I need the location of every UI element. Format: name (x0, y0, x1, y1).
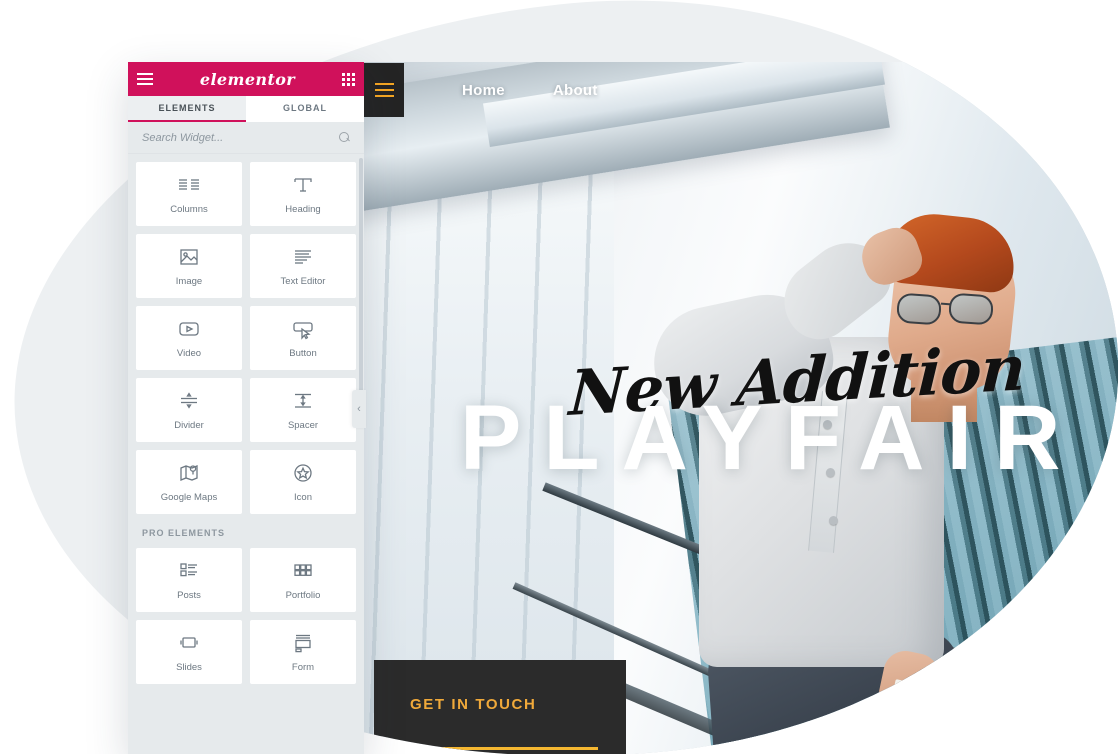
elementor-panel: elementor ELEMENTS GLOBAL Search Widget.… (128, 62, 364, 754)
video-play-icon (179, 322, 199, 336)
widget-label: Image (175, 276, 203, 287)
text-editor-icon (295, 250, 311, 264)
widget-text-editor[interactable]: Text Editor (250, 234, 356, 298)
widget-label: Columns (170, 204, 208, 215)
elementor-logo: elementor (199, 69, 296, 89)
pro-elements-heading: PRO ELEMENTS (142, 528, 226, 538)
model-button (829, 516, 838, 525)
widget-label: Divider (174, 420, 204, 431)
tab-global[interactable]: GLOBAL (246, 96, 364, 122)
screenshot-stage: New Addition PLAYFAIR Home About GET IN … (0, 0, 1118, 754)
widget-button[interactable]: Button (250, 306, 356, 370)
widget-spacer[interactable]: Spacer (250, 378, 356, 442)
widget-image[interactable]: Image (136, 234, 242, 298)
get-in-touch-block: GET IN TOUCH (374, 659, 626, 754)
panel-header: elementor (128, 62, 364, 96)
widget-label: Button (289, 348, 317, 359)
widget-label: Text Editor (280, 276, 326, 287)
form-icon (295, 634, 311, 653)
tab-elements[interactable]: ELEMENTS (128, 96, 246, 122)
widget-label: Icon (294, 492, 312, 503)
hero-title: PLAYFAIR (460, 386, 1083, 490)
nav-link-about[interactable]: About (553, 82, 598, 99)
widget-video[interactable]: Video (136, 306, 242, 370)
nav-link-home[interactable]: Home (462, 81, 505, 98)
widget-label: Slides (176, 662, 202, 673)
widget-label: Form (291, 662, 315, 673)
widget-label: Portfolio (285, 590, 321, 601)
pro-widget-grid: Posts Portfolio Slides Form (136, 548, 356, 684)
widget-portfolio[interactable]: Portfolio (250, 548, 356, 612)
columns-icon (179, 179, 199, 190)
widget-columns[interactable]: Columns (136, 162, 242, 226)
widget-list: Columns Heading Image Text Editor Video … (128, 154, 364, 684)
divider-icon (181, 392, 197, 409)
hamburger-icon[interactable] (137, 73, 153, 85)
grid-apps-icon[interactable] (342, 72, 355, 86)
search-icon[interactable] (339, 132, 350, 143)
widget-posts[interactable]: Posts (136, 548, 242, 612)
nav-links: Home About (462, 63, 598, 117)
widget-label: Spacer (287, 420, 319, 431)
hamburger-icon[interactable] (364, 63, 404, 118)
slides-icon (180, 637, 198, 648)
model-glasses-left (896, 292, 942, 326)
website-preview: New Addition PLAYFAIR Home About GET IN … (364, 62, 1118, 754)
model-glasses-right (948, 292, 994, 326)
google-maps-icon (180, 465, 198, 481)
posts-list-icon (180, 563, 197, 577)
widget-icon[interactable]: Icon (250, 450, 356, 514)
site-navbar: Home About (364, 62, 1118, 118)
button-cursor-icon (293, 322, 313, 340)
panel-scrollbar[interactable] (359, 158, 363, 398)
widget-label: Posts (177, 590, 201, 601)
widget-label: Heading (285, 204, 321, 215)
portfolio-grid-icon (294, 564, 312, 576)
widget-label: Google Maps (160, 492, 218, 503)
search-input[interactable]: Search Widget... (142, 132, 223, 144)
get-in-touch-label: GET IN TOUCH (410, 696, 537, 713)
widget-slides[interactable]: Slides (136, 620, 242, 684)
widget-form[interactable]: Form (250, 620, 356, 684)
spacer-icon (295, 393, 311, 408)
search-widget-bar[interactable]: Search Widget... (128, 122, 364, 154)
widget-label: Video (176, 348, 202, 359)
star-icon (294, 464, 312, 482)
widget-divider[interactable]: Divider (136, 378, 242, 442)
heading-t-icon (294, 178, 312, 192)
panel-collapse-arrow[interactable]: ‹ (352, 390, 366, 428)
image-icon (180, 249, 198, 265)
basic-widget-grid: Columns Heading Image Text Editor Video … (136, 162, 356, 514)
widget-heading[interactable]: Heading (250, 162, 356, 226)
widget-google-maps[interactable]: Google Maps (136, 450, 242, 514)
get-in-touch-underline (410, 747, 598, 750)
panel-tabs: ELEMENTS GLOBAL (128, 96, 364, 122)
